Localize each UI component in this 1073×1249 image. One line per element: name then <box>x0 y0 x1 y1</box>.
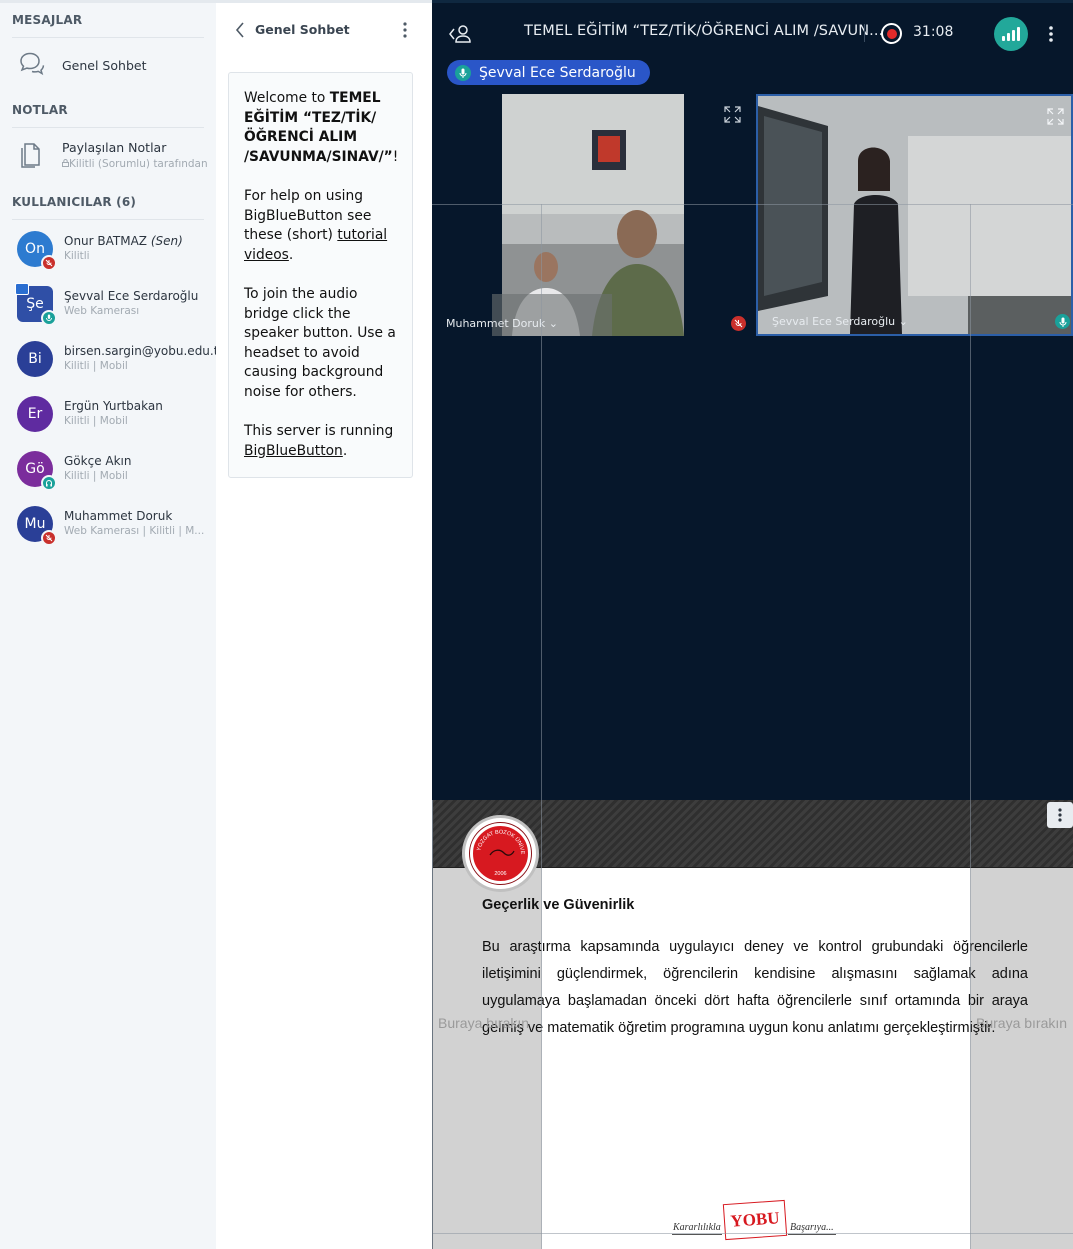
user-list-toggle-icon[interactable] <box>448 23 474 49</box>
slide-margin <box>970 868 1073 1249</box>
welcome-line: Welcome to TEMEL EĞİTİM “TEZ/TİK/ ÖĞRENC… <box>244 90 399 165</box>
lock-icon <box>62 159 69 167</box>
slide-footer: Kararlılıkla YOBU Başarıya... <box>672 1199 837 1241</box>
chat-panel: Genel Sohbet Welcome to TEMEL EĞİTİM “TE… <box>216 0 432 1249</box>
meeting-title: TEMEL EĞİTİM “TEZ/TİK/ÖĞRENCİ ALIM /SAVU… <box>524 23 884 39</box>
user-list-item[interactable]: Gö Gökçe Akın Kilitli | Mobil <box>0 451 216 501</box>
microphone-icon <box>41 310 57 326</box>
top-bar: TEMEL EĞİTİM “TEZ/TİK/ÖĞRENCİ ALIM /SAVU… <box>432 0 1073 93</box>
drop-zone-guide <box>970 204 971 1249</box>
user-name: Muhammet Doruk <box>64 509 173 523</box>
drop-zone-right-hint[interactable]: Buraya bırakın <box>976 1015 1067 1031</box>
talking-user-name: Şevval Ece Serdaroğlu <box>479 64 636 81</box>
welcome-message: Welcome to TEMEL EĞİTİM “TEZ/TİK/ ÖĞRENC… <box>228 72 413 478</box>
chevron-left-icon[interactable] <box>234 21 246 43</box>
signal-bar <box>1002 36 1005 41</box>
user-name: Ergün Yurtbakan <box>64 399 163 413</box>
mic-muted-icon <box>41 530 57 546</box>
video-tile[interactable]: Muhammet Doruk ⌄ <box>432 94 754 336</box>
chat-bubbles-icon <box>18 51 46 81</box>
messages-section-title: MESAJLAR <box>12 13 83 27</box>
footer-line <box>788 1234 836 1235</box>
slide-body-text: Bu araştırma kapsamında uygulayıcı deney… <box>482 939 1028 1036</box>
user-status: Web Kamerası | Kilitli | M... <box>64 525 205 537</box>
notes-document-icon <box>18 139 42 173</box>
more-vertical-icon[interactable] <box>1046 24 1056 48</box>
user-list-item[interactable]: Şe Şevval Ece Serdaroğlu Web Kamerası <box>0 283 216 336</box>
audio-line: To join the audio bridge click the speak… <box>244 285 396 400</box>
yobu-logo: YOBU <box>722 1199 788 1241</box>
user-status: Kilitli <box>64 250 90 262</box>
slide-margin <box>432 868 542 1249</box>
connection-status-button[interactable] <box>994 17 1028 51</box>
more-vertical-icon[interactable] <box>400 20 410 44</box>
user-status: Kilitli | Mobil <box>64 470 128 482</box>
chat-title: Genel Sohbet <box>255 22 350 37</box>
video-tile[interactable]: Şevval Ece Serdaroğlu ⌄ <box>756 94 1073 336</box>
expand-icon[interactable] <box>1047 108 1064 129</box>
presenter-icon <box>15 283 29 295</box>
users-section-title: KULLANICILAR (6) <box>12 195 137 209</box>
drop-zone-guide <box>432 204 1073 205</box>
avatar: Er <box>17 396 53 432</box>
user-list-item[interactable]: On Onur BATMAZ (Sen) Kilitli <box>0 231 216 281</box>
seal-emblem: YOZGAT BOZOK ÜNİVERSİTESİ 2006 <box>470 823 531 884</box>
drop-zone-guide <box>432 800 433 1249</box>
presentation-options-button[interactable] <box>1047 802 1073 828</box>
recording-time: 31:08 <box>913 24 954 40</box>
user-name: Şevval Ece Serdaroğlu <box>64 289 199 303</box>
footer-left-text: Kararlılıkla <box>673 1222 721 1233</box>
drop-zone-left-hint[interactable]: Buraya bırakın <box>438 1015 529 1031</box>
main-area: TEMEL EĞİTİM “TEZ/TİK/ÖĞRENCİ ALIM /SAVU… <box>432 0 1073 1249</box>
webcam-feed-image <box>758 96 1071 334</box>
headphones-icon <box>41 475 57 491</box>
drop-zone-guide <box>432 1233 1073 1234</box>
university-seal: YOZGAT BOZOK ÜNİVERSİTESİ 2006 <box>462 815 539 892</box>
more-vertical-icon <box>1058 808 1062 822</box>
user-status: Kilitli | Mobil <box>64 360 128 372</box>
user-list-item[interactable]: Mu Muhammet Doruk Web Kamerası | Kilitli |… <box>0 506 216 556</box>
talking-indicator[interactable]: Şevval Ece Serdaroğlu <box>447 60 650 85</box>
footer-right-text: Başarıya... <box>790 1222 834 1233</box>
signal-bar <box>1017 27 1020 41</box>
bigbluebutton-link[interactable]: BigBlueButton <box>244 443 343 459</box>
drop-zone-guide <box>541 204 542 1249</box>
server-line: This server is running BigBlueButton. <box>244 423 394 459</box>
user-list-item[interactable]: Bi birsen.sargin@yobu.edu.tr Kilitli | Mob… <box>0 341 223 391</box>
shared-notes-label: Paylaşılan Notlar <box>62 140 167 155</box>
public-chat-item[interactable]: Genel Sohbet <box>0 47 216 87</box>
divider <box>12 37 204 38</box>
webcam-feed-image <box>432 94 754 336</box>
microphone-icon <box>1055 314 1070 329</box>
divider <box>12 127 204 128</box>
divider <box>12 219 204 220</box>
user-status: Kilitli | Mobil <box>64 415 128 427</box>
public-chat-label: Genel Sohbet <box>62 58 147 73</box>
signal-bar <box>1012 30 1015 41</box>
footer-line <box>672 1234 722 1235</box>
user-list-panel: MESAJLAR Genel Sohbet NOTLAR Paylaşılan … <box>0 0 223 1249</box>
divider <box>864 24 865 42</box>
notes-section-title: NOTLAR <box>12 103 68 117</box>
signal-bar <box>1007 33 1010 41</box>
mic-muted-icon <box>41 255 57 271</box>
user-name: Gökçe Akın <box>64 454 132 468</box>
seal-text-ring: YOZGAT BOZOK ÜNİVERSİTESİ 2006 <box>470 823 525 877</box>
microphone-icon <box>455 64 471 81</box>
seal-year: 2006 <box>494 871 506 877</box>
help-line: For help on using BigBlueButton see thes… <box>244 187 388 263</box>
shared-notes-sub: Kilitli (Sorumlu) tarafından <box>62 158 208 170</box>
shared-notes-item[interactable]: Paylaşılan Notlar Kilitli (Sorumlu) tara… <box>0 133 216 177</box>
user-name: Onur BATMAZ (Sen) <box>64 234 183 248</box>
mic-muted-icon <box>731 316 746 331</box>
user-name: birsen.sargin@yobu.edu.tr <box>64 344 224 358</box>
slide-title: Geçerlik ve Güvenirlik <box>482 897 635 913</box>
user-status: Web Kamerası <box>64 305 140 317</box>
chat-header: Genel Sohbet <box>216 6 432 54</box>
avatar: Bi <box>17 341 53 377</box>
recording-icon[interactable] <box>881 23 902 44</box>
user-list-item[interactable]: Er Ergün Yurtbakan Kilitli | Mobil <box>0 396 216 446</box>
expand-icon[interactable] <box>724 106 741 127</box>
video-username[interactable]: Şevval Ece Serdaroğlu ⌄ <box>772 315 908 328</box>
